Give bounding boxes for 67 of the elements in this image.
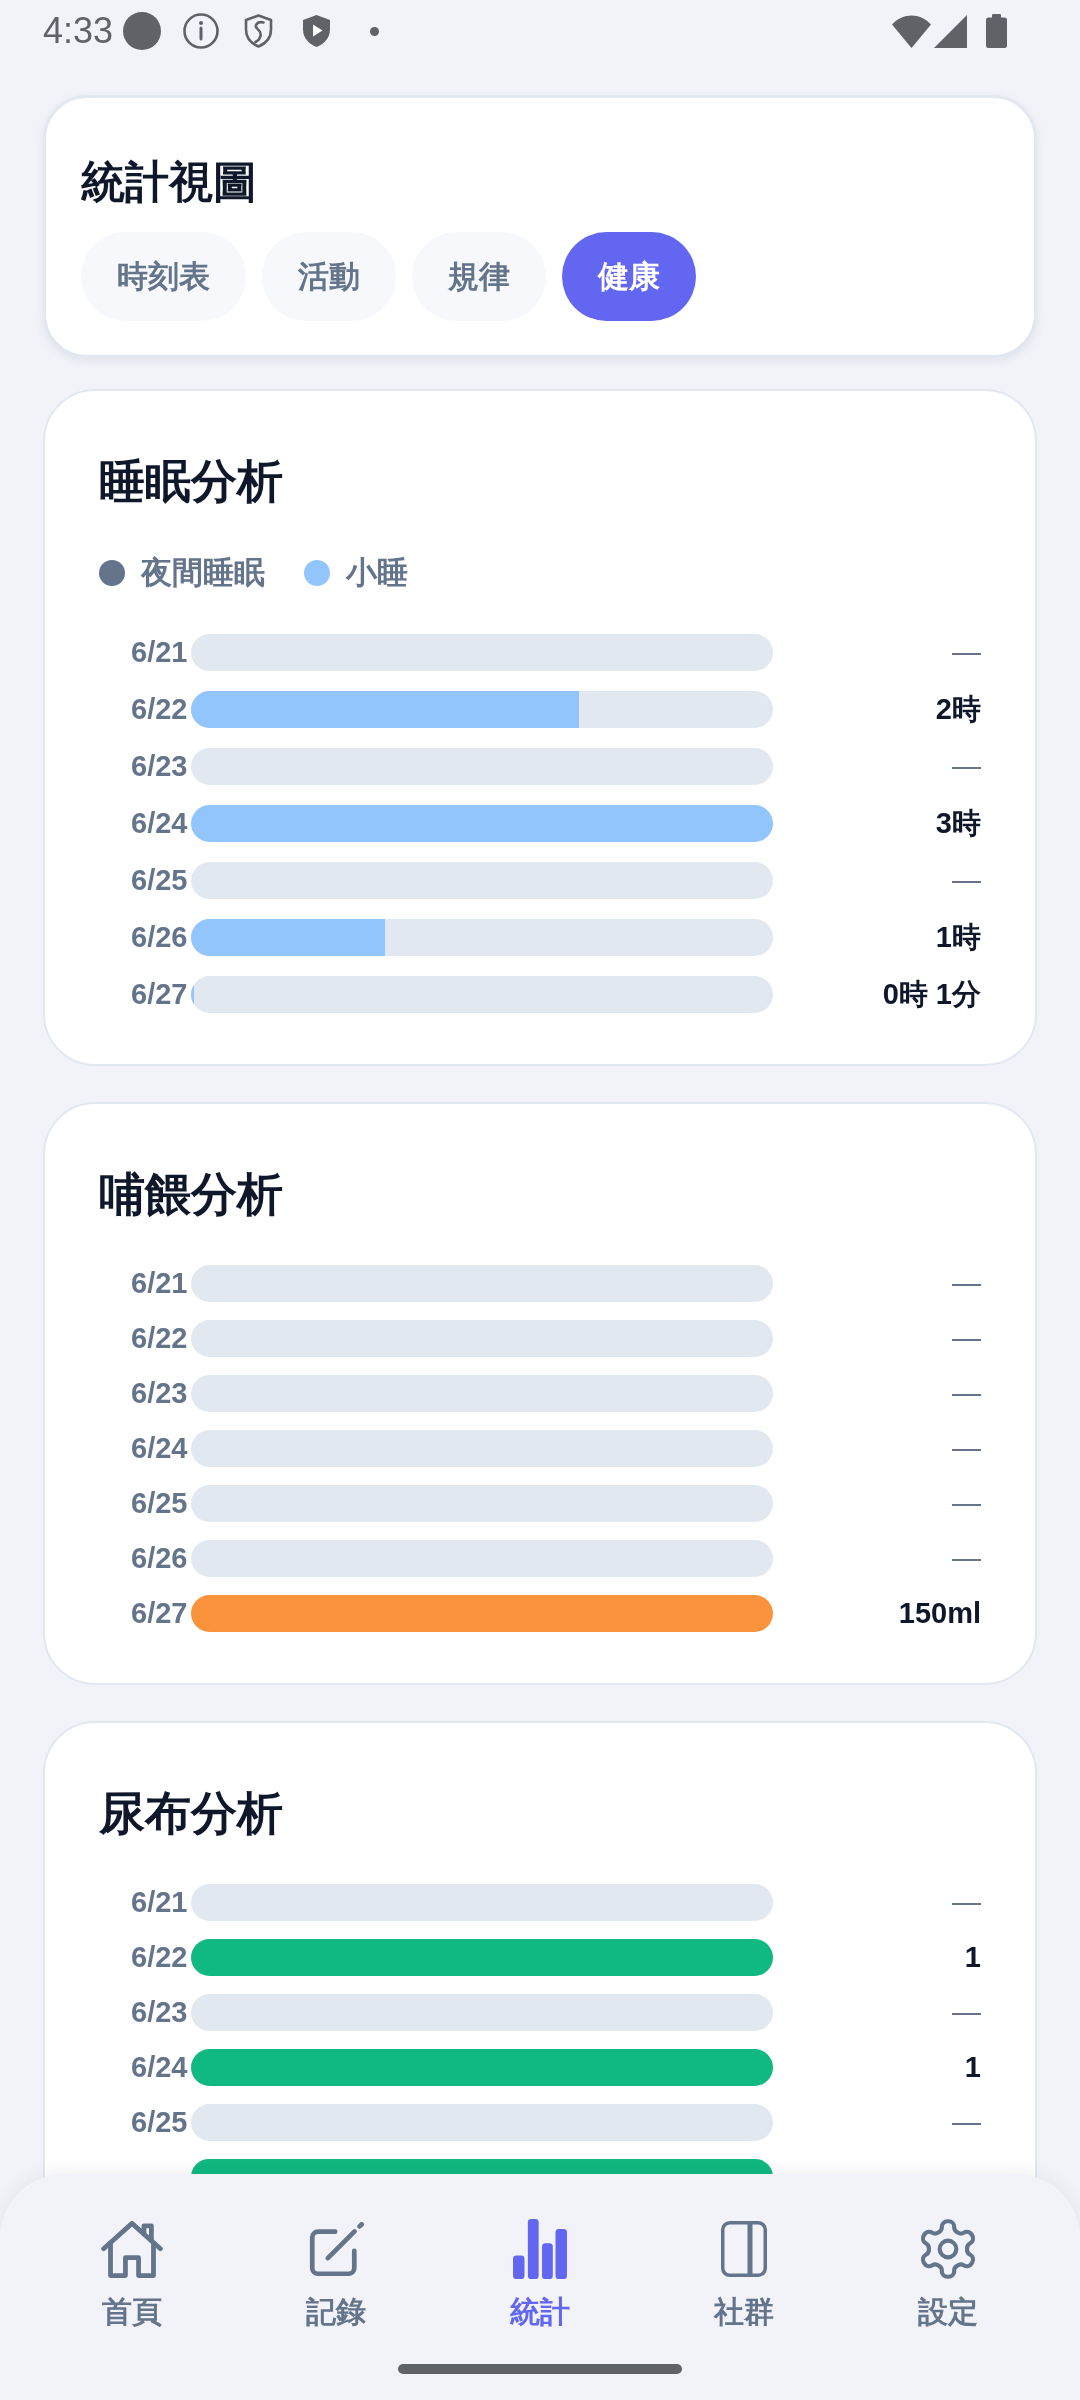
settings-icon [918,2219,978,2279]
legend-label: 小睡 [346,554,408,592]
tab[interactable]: 時刻表 [81,232,246,321]
date-label: 6/23 [131,1995,188,2030]
battery-icon [986,14,1007,48]
date-label: 6/23 [131,1376,188,1411]
tab[interactable]: 健康 [562,232,696,321]
value-label: 1 [964,2050,981,2085]
value-label: 1 [964,1940,981,1975]
date-label: 6/24 [131,1431,188,1466]
section-title: 哺餵分析 [99,1167,284,1222]
date-label: 6/25 [131,2105,188,2140]
shield-icon [243,14,275,48]
date-label: 6/21 [131,1885,188,1920]
tab[interactable]: 規律 [412,232,546,321]
date-label: 6/26 [131,1541,188,1576]
circle-icon [123,12,162,50]
bar-chart-icon [513,2219,567,2279]
wifi-icon [892,14,931,48]
value-label: — [952,1431,981,1466]
value-label: — [952,1995,981,2030]
date-label: 6/24 [131,806,188,841]
date-label: 6/22 [131,1321,188,1356]
value-label: 3時 [935,806,981,841]
home-icon [101,2220,163,2278]
date-label: 6/25 [131,1486,188,1521]
edit-icon [308,2221,364,2277]
value-label: — [952,749,981,784]
date-label: 6/22 [131,1940,188,1975]
value-label: — [952,1885,981,1920]
value-label: — [952,1541,981,1576]
value-label: 1時 [935,920,981,955]
value-label: — [952,1266,981,1301]
signal-icon [934,14,967,48]
date-label: 6/22 [131,692,188,727]
value-label: — [952,863,981,898]
value-label: 0時 1分 [882,977,981,1012]
value-label: 2時 [935,692,981,727]
date-label: 6/27 [131,977,188,1012]
date-label: 6/23 [131,749,188,784]
value-label: — [952,2105,981,2140]
dot-icon [370,26,380,36]
date-label: 6/24 [131,2050,188,2085]
info-icon [183,13,220,49]
legend-label: 夜間睡眠 [141,554,265,592]
value-label: 150ml [898,1596,981,1631]
nav-button[interactable]: 社群 [708,2218,780,2331]
date-label: 6/26 [131,920,188,955]
value-label: — [952,1486,981,1521]
section-title: 睡眠分析 [99,454,284,509]
tab[interactable]: 活動 [262,232,396,321]
date-label: 6/21 [131,635,188,670]
date-label: 6/25 [131,863,188,898]
book-icon [721,2221,767,2277]
nav-button[interactable]: 首頁 [95,2218,169,2331]
nav-button[interactable]: 統計 [504,2218,576,2331]
value-label: — [952,635,981,670]
nav-button[interactable]: 記錄 [300,2218,372,2331]
date-label: 6/27 [131,1596,188,1631]
value-label: — [952,1376,981,1411]
nav-button[interactable]: 設定 [912,2218,984,2331]
shield-play-icon [301,14,333,48]
status-time: 4:33 [43,11,114,51]
date-label: 6/21 [131,1266,188,1301]
value-label: — [952,1321,981,1356]
section-title: 尿布分析 [99,1786,284,1841]
view-title: 統計視圖 [81,156,258,208]
